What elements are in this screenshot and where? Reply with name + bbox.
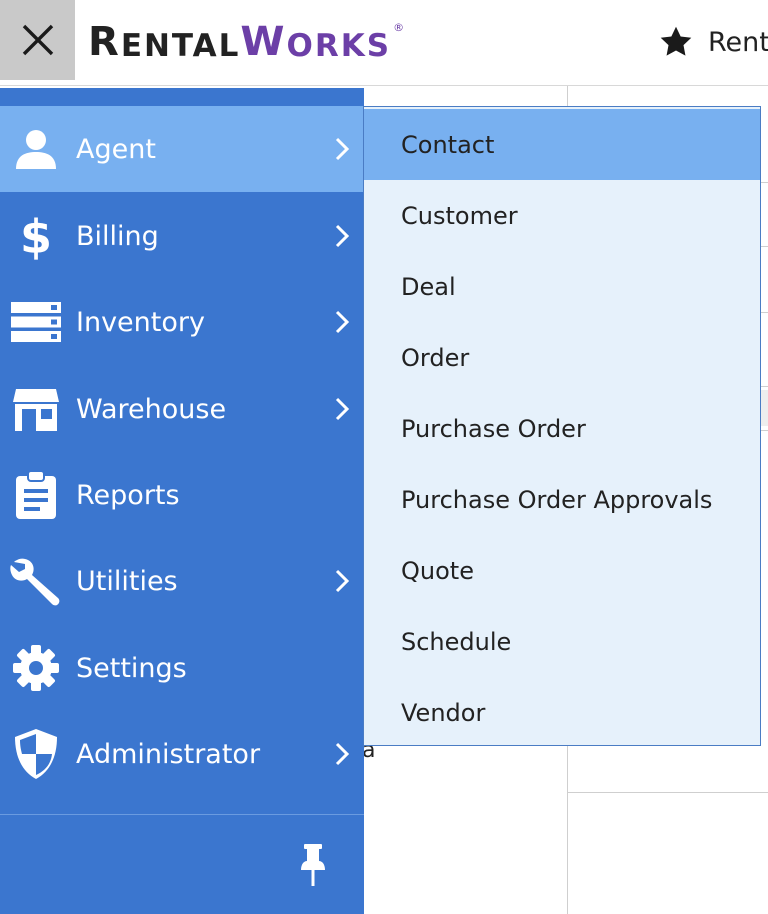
- sidebar-item-label: Billing: [76, 220, 159, 252]
- submenu-item-customer[interactable]: Customer: [364, 180, 760, 251]
- logo-text: W: [240, 19, 287, 65]
- submenu-item-purchase-order-approvals[interactable]: Purchase Order Approvals: [364, 464, 760, 535]
- submenu-item-contact[interactable]: Contact: [364, 109, 760, 180]
- shield-icon: [10, 728, 62, 780]
- svg-text:$: $: [20, 212, 52, 260]
- logo-text: ORKS: [286, 28, 392, 64]
- pin-menu-button[interactable]: [296, 842, 330, 888]
- chevron-right-icon: [332, 567, 352, 595]
- chevron-right-icon: [332, 395, 352, 423]
- sidebar-item-label: Warehouse: [76, 393, 227, 425]
- sidebar-item-inventory[interactable]: Inventory: [0, 279, 364, 365]
- pin-icon: [301, 844, 325, 886]
- user-icon: [10, 123, 62, 175]
- sidebar-item-label: Reports: [76, 479, 180, 511]
- sidebar-menu: Agent $ Billing Inventory Warehouse Repo…: [0, 88, 364, 914]
- logo-text: R: [88, 19, 121, 65]
- dollar-icon: $: [10, 210, 62, 262]
- agent-submenu: Contact Customer Deal Order Purchase Ord…: [363, 106, 761, 746]
- submenu-item-order[interactable]: Order: [364, 322, 760, 393]
- sidebar-item-utilities[interactable]: Utilities: [0, 538, 364, 624]
- logo-text: ENTAL: [120, 28, 241, 64]
- submenu-item-vendor[interactable]: Vendor: [364, 677, 760, 748]
- submenu-item-quote[interactable]: Quote: [364, 535, 760, 606]
- sidebar-item-administrator[interactable]: Administrator: [0, 711, 364, 797]
- sidebar-item-warehouse[interactable]: Warehouse: [0, 366, 364, 452]
- chevron-right-icon: [332, 308, 352, 336]
- sidebar-item-label: Utilities: [76, 565, 178, 597]
- content-border: [760, 312, 768, 313]
- submenu-item-deal[interactable]: Deal: [364, 251, 760, 322]
- favorites-link[interactable]: Rent: [658, 24, 768, 60]
- favorites-label: Rent: [708, 26, 768, 58]
- chevron-right-icon: [332, 222, 352, 250]
- content-border: [568, 792, 768, 793]
- submenu-item-schedule[interactable]: Schedule: [364, 606, 760, 677]
- content-border: [760, 246, 768, 247]
- close-menu-button[interactable]: [0, 0, 75, 80]
- server-icon: [10, 296, 62, 348]
- sidebar-item-settings[interactable]: Settings: [0, 625, 364, 711]
- sidebar-item-billing[interactable]: $ Billing: [0, 193, 364, 279]
- sidebar-item-label: Agent: [76, 133, 156, 165]
- submenu-item-purchase-order[interactable]: Purchase Order: [364, 393, 760, 464]
- sidebar-item-label: Settings: [76, 652, 187, 684]
- content-border: [760, 386, 768, 387]
- content-header-strip: [760, 390, 768, 426]
- chevron-right-icon: [332, 135, 352, 163]
- store-icon: [10, 383, 62, 435]
- sidebar-item-agent[interactable]: Agent: [0, 106, 364, 192]
- chevron-right-icon: [332, 740, 352, 768]
- sidebar-divider: [0, 814, 364, 815]
- rentalworks-logo[interactable]: R ENTAL W ORKS ®: [88, 22, 406, 62]
- top-bar: R ENTAL W ORKS ® Rent: [0, 0, 768, 86]
- registered-mark: ®: [393, 21, 407, 34]
- close-icon: [22, 24, 53, 56]
- sidebar-item-label: Inventory: [76, 306, 205, 338]
- wrench-icon: [10, 555, 62, 607]
- sidebar-item-label: Administrator: [76, 738, 261, 770]
- clipboard-icon: [10, 469, 62, 521]
- content-border: [760, 182, 768, 183]
- star-icon: [660, 26, 692, 56]
- gear-icon: [10, 642, 62, 694]
- content-border: [760, 430, 768, 431]
- sidebar-item-reports[interactable]: Reports: [0, 452, 364, 538]
